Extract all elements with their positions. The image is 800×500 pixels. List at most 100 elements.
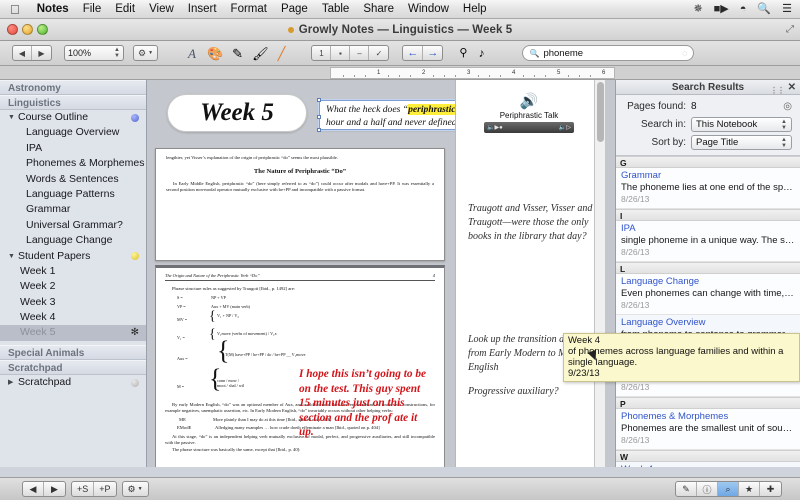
- bluetooth-icon[interactable]: ✵: [693, 3, 702, 15]
- sidebar-item-language-overview[interactable]: Language Overview: [0, 125, 146, 140]
- info-icon[interactable]: ⓘ: [697, 482, 718, 496]
- resize-handle-w[interactable]: [317, 115, 321, 119]
- numbered-list-button[interactable]: 1: [312, 46, 332, 60]
- search-results-titlebar[interactable]: Search Results ⋮⋮ ✕: [616, 80, 800, 95]
- sidebar-item-language-patterns[interactable]: Language Patterns: [0, 187, 146, 202]
- resize-handle-sw[interactable]: [317, 128, 321, 132]
- sidebar-item-universal-grammar[interactable]: Universal Grammar?: [0, 218, 146, 233]
- close-window-button[interactable]: [7, 24, 18, 35]
- result-item-phonemes-morphemes[interactable]: Phonemes & Morphemes Phonemes are the sm…: [616, 409, 800, 450]
- wifi-icon[interactable]: ◓: [740, 3, 747, 15]
- checkbox-list-button[interactable]: ✓: [369, 46, 388, 60]
- dash-list-button[interactable]: –: [350, 46, 370, 60]
- indent-icon[interactable]: →: [423, 46, 442, 60]
- scrollbar-thumb[interactable]: [597, 82, 604, 142]
- add-section-button[interactable]: +S: [72, 482, 95, 496]
- bullet-list-button[interactable]: ▪: [331, 46, 351, 60]
- bottom-settings-button[interactable]: ⚙ ▼: [121, 481, 149, 497]
- sidebar-item-course-outline[interactable]: Course Outline: [0, 110, 146, 125]
- sidebar-item-words-sentences[interactable]: Words & Sentences: [0, 172, 146, 187]
- navigation-segmented-control[interactable]: ◀ ▶: [12, 45, 52, 61]
- panel-grip-icon[interactable]: ⋮⋮: [770, 83, 785, 98]
- sidebar-item-week-2[interactable]: Week 2: [0, 279, 146, 294]
- result-title[interactable]: Phonemes & Morphemes: [621, 411, 795, 423]
- clear-search-icon[interactable]: ◌: [682, 48, 687, 58]
- side-note-progressive-auxiliary[interactable]: Progressive auxiliary?: [468, 385, 594, 399]
- search-input[interactable]: 🔍 phoneme ◌: [522, 45, 695, 61]
- nav-back-button[interactable]: ◀: [13, 46, 32, 60]
- menubar-item-edit[interactable]: Edit: [108, 0, 142, 19]
- fullscreen-icon[interactable]: ⤢: [786, 24, 794, 35]
- zoom-window-button[interactable]: [37, 24, 48, 35]
- inspector-segmented-control[interactable]: ✎ ⓘ ⌕ ★ ✚: [675, 481, 782, 497]
- menubar-item-notes[interactable]: Notes: [30, 0, 76, 19]
- sidebar-item-ipa[interactable]: IPA: [0, 141, 146, 156]
- nav-forward-button[interactable]: ▶: [32, 46, 51, 60]
- window-titlebar[interactable]: Growly Notes — Linguistics — Week 5 ⤢: [0, 19, 800, 41]
- toolbar-settings-button[interactable]: ⚙ ▼: [133, 45, 159, 61]
- sidebar-section-scratchpad[interactable]: Scratchpad: [0, 359, 146, 375]
- star-icon[interactable]: ★: [739, 482, 760, 496]
- eraser-icon[interactable]: ╱: [278, 47, 286, 60]
- font-icon[interactable]: A: [188, 47, 196, 60]
- sidebar-item-grammar[interactable]: Grammar: [0, 202, 146, 217]
- sidebar-section-linguistics[interactable]: Linguistics: [0, 95, 146, 110]
- menubar-item-share[interactable]: Share: [356, 0, 401, 19]
- note-vertical-scrollbar[interactable]: [594, 80, 605, 479]
- menubar-item-table[interactable]: Table: [315, 0, 357, 19]
- audio-record-icon[interactable]: ♪: [478, 47, 484, 59]
- result-item-grammar[interactable]: Grammar The phoneme lies at one end of t…: [616, 168, 800, 209]
- paintbrush-icon[interactable]: 🖌: [252, 47, 269, 60]
- menubar-item-view[interactable]: View: [142, 0, 181, 19]
- embedded-document-top[interactable]: lengthier, yet Visser’s explanation of t…: [155, 148, 445, 261]
- page-navigation-segmented-control[interactable]: ◀ ▶: [22, 481, 66, 497]
- menubar-item-window[interactable]: Window: [401, 0, 456, 19]
- zoom-level-field[interactable]: 100% ▲ ▼: [64, 45, 124, 61]
- add-segmented-control[interactable]: +S +P: [71, 481, 117, 497]
- menubar-item-help[interactable]: Help: [456, 0, 494, 19]
- note-title-widget[interactable]: Week 5: [167, 94, 307, 132]
- result-title[interactable]: IPA: [621, 223, 795, 235]
- note-canvas[interactable]: Week 5 What the heck does “periphrastic”…: [147, 80, 615, 479]
- disclosure-triangle-icon[interactable]: [8, 249, 15, 264]
- previous-page-button[interactable]: ◀: [23, 482, 44, 496]
- apple-menu-icon[interactable]: : [10, 3, 20, 16]
- result-item-language-change[interactable]: Language Change Even phonemes can change…: [616, 274, 800, 315]
- red-ink-annotation[interactable]: I hope this isn’t going to be on the tes…: [299, 367, 431, 440]
- resize-handle-nw[interactable]: [317, 98, 321, 102]
- battery-icon[interactable]: ■▶: [714, 3, 729, 15]
- search-icon[interactable]: ⌕: [718, 482, 739, 496]
- menubar-item-page[interactable]: Page: [274, 0, 315, 19]
- minimize-window-button[interactable]: [22, 24, 33, 35]
- sidebar-item-student-papers[interactable]: Student Papers: [0, 249, 146, 264]
- spotlight-search-icon[interactable]: 🔍: [757, 3, 771, 15]
- sort-by-dropdown[interactable]: Page Title ▲ ▼: [691, 135, 792, 150]
- audio-controls[interactable]: 🔈 ▶ ● 🔈 ▷: [484, 122, 574, 133]
- close-panel-button[interactable]: ✕: [788, 80, 796, 95]
- sidebar-item-week-5[interactable]: Week 5 ✻: [0, 325, 146, 341]
- sidebar-item-week-1[interactable]: Week 1: [0, 264, 146, 279]
- menubar-item-insert[interactable]: Insert: [181, 0, 224, 19]
- color-wheel-icon[interactable]: 🎨: [207, 47, 223, 60]
- disclosure-triangle-icon[interactable]: [8, 110, 15, 125]
- ruler[interactable]: 1 2 3 4 5 6: [330, 67, 615, 79]
- link-icon[interactable]: ⚲: [459, 47, 467, 59]
- sidebar-item-week-3[interactable]: Week 3: [0, 295, 146, 310]
- menubar-item-file[interactable]: File: [76, 0, 109, 19]
- result-title[interactable]: Language Overview: [621, 317, 795, 329]
- scrubber-knob[interactable]: ●: [499, 125, 503, 131]
- volume-down-icon[interactable]: 🔈: [487, 124, 494, 131]
- list-style-segmented-control[interactable]: 1 ▪ – ✓: [311, 45, 390, 61]
- search-results-list[interactable]: G Grammar The phoneme lies at one end of…: [616, 156, 800, 479]
- note-right-column[interactable]: 🔊 Periphrastic Talk 🔈 ▶ ● 🔈 ▷ Traugott a…: [455, 80, 605, 479]
- eject-icon[interactable]: ▷: [566, 124, 571, 131]
- sidebar-item-phonemes-morphemes[interactable]: Phonemes & Morphemes: [0, 156, 146, 171]
- add-page-button[interactable]: +P: [94, 482, 115, 496]
- reveal-target-icon[interactable]: ◎: [783, 101, 792, 112]
- volume-up-icon[interactable]: 🔈: [559, 124, 566, 131]
- notification-center-icon[interactable]: ☰: [782, 3, 792, 15]
- sidebar-section-special-animals[interactable]: Special Animals: [0, 344, 146, 360]
- highlighter-pen-icon[interactable]: ✎: [232, 47, 243, 60]
- sidebar-item-language-change[interactable]: Language Change: [0, 233, 146, 248]
- disclosure-triangle-icon[interactable]: [8, 375, 15, 390]
